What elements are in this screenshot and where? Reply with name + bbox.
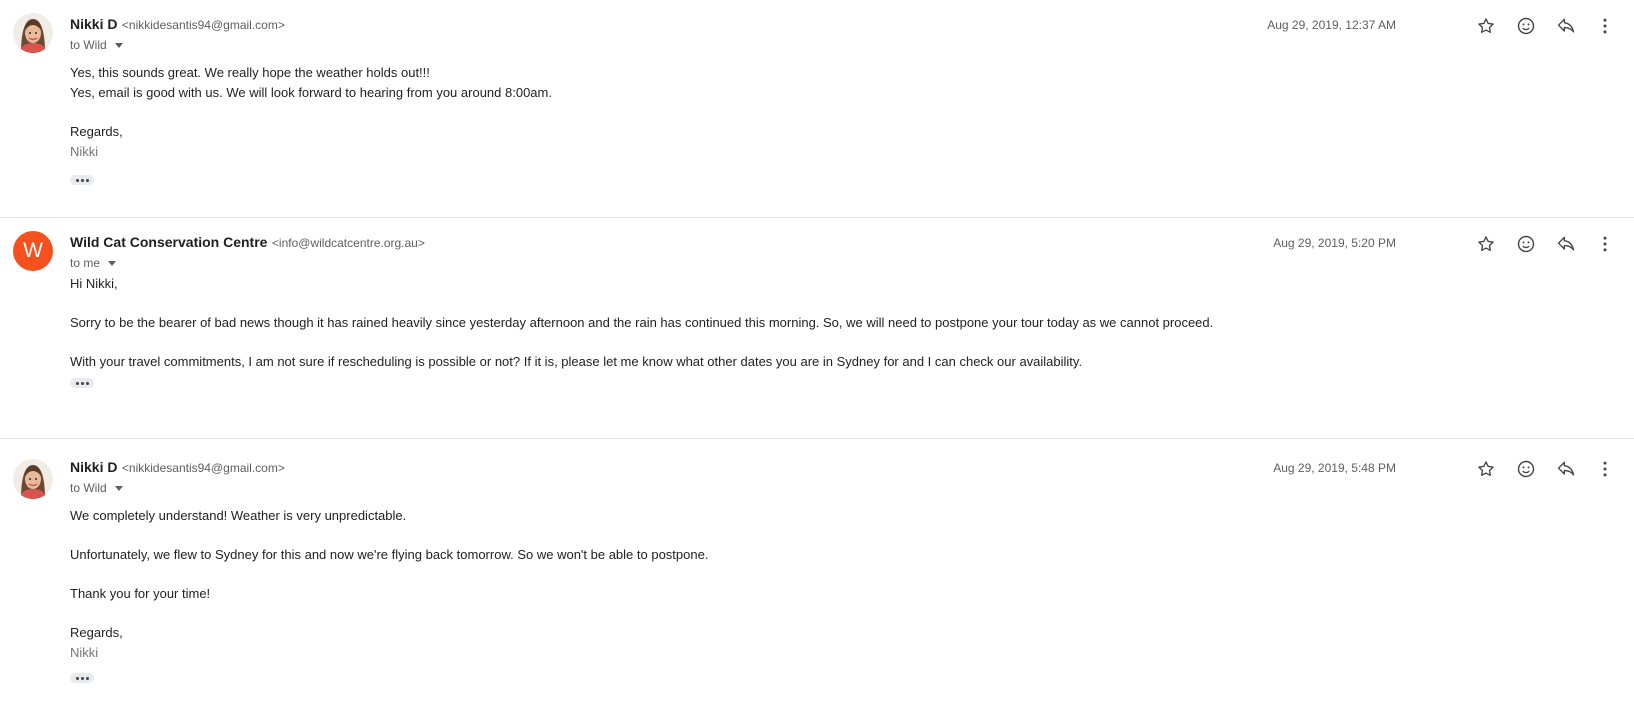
body-line: With your travel commitments, I am not s… [70, 354, 1083, 369]
body-line: We completely understand! Weather is ver… [70, 508, 407, 523]
show-trimmed-content-button[interactable] [70, 175, 94, 185]
caret-down-icon [108, 261, 117, 266]
message-body: Yes, this sounds great. We really hope t… [70, 63, 552, 162]
more-vert-icon [1603, 461, 1607, 477]
star-button[interactable] [1474, 232, 1498, 256]
dot [80, 381, 84, 385]
timestamp: Aug 29, 2019, 5:48 PM [1273, 461, 1396, 475]
reply-icon [1557, 236, 1575, 251]
timestamp: Aug 29, 2019, 5:20 PM [1273, 236, 1396, 250]
more-options-button[interactable] [1593, 457, 1617, 481]
signature-line: Nikki [70, 144, 99, 159]
recipient-details-toggle[interactable]: to Wild [70, 38, 123, 52]
reply-icon [1557, 18, 1575, 33]
emoji-reaction-button[interactable] [1514, 14, 1538, 38]
recipient-label: to Wild [70, 38, 107, 52]
reply-button[interactable] [1554, 232, 1578, 256]
sender-line: Nikki D <nikkidesantis94@gmail.com> [70, 16, 285, 34]
sender-email: <nikkidesantis94@gmail.com> [121, 18, 285, 32]
email-message: Nikki D <nikkidesantis94@gmail.com> to W… [0, 439, 1634, 713]
dot [80, 178, 84, 182]
avatar-photo-icon [13, 13, 53, 53]
reply-button[interactable] [1554, 14, 1578, 38]
avatar[interactable]: W [13, 231, 53, 271]
recipient-label: to Wild [70, 481, 107, 495]
dot [80, 676, 84, 680]
star-icon [1478, 461, 1494, 476]
body-line: Thank you for your time! [70, 586, 211, 601]
dot [85, 676, 89, 680]
message-body: We completely understand! Weather is ver… [70, 506, 708, 663]
sender-email: <info@wildcatcentre.org.au> [271, 236, 425, 250]
dot [75, 381, 79, 385]
body-line: Sorry to be the bearer of bad news thoug… [70, 315, 1214, 330]
sender-line: Wild Cat Conservation Centre <info@wildc… [70, 234, 425, 252]
email-message: Nikki D <nikkidesantis94@gmail.com> to W… [0, 0, 1634, 218]
recipient-label: to me [70, 256, 101, 270]
emoji-reaction-button[interactable] [1514, 232, 1538, 256]
sender-line: Nikki D <nikkidesantis94@gmail.com> [70, 459, 285, 477]
caret-down-icon [114, 486, 123, 491]
sender-email: <nikkidesantis94@gmail.com> [121, 461, 285, 475]
timestamp: Aug 29, 2019, 12:37 AM [1267, 18, 1396, 32]
star-icon [1478, 236, 1494, 251]
dot [75, 676, 79, 680]
recipient-details-toggle[interactable]: to me [70, 256, 117, 270]
sender-name[interactable]: Nikki D [70, 16, 117, 32]
avatar-photo-icon [13, 459, 53, 499]
more-vert-icon [1603, 18, 1607, 34]
reply-button[interactable] [1554, 457, 1578, 481]
email-message: W Wild Cat Conservation Centre <info@wil… [0, 218, 1634, 439]
star-icon [1478, 18, 1494, 33]
recipient-details-toggle[interactable]: to Wild [70, 481, 123, 495]
body-line: Unfortunately, we flew to Sydney for thi… [70, 547, 709, 562]
dot [85, 178, 89, 182]
body-line: Regards, [70, 124, 123, 139]
sender-name[interactable]: Nikki D [70, 459, 117, 475]
emoji-icon [1517, 17, 1535, 35]
body-line: Hi Nikki, [70, 276, 118, 291]
show-trimmed-content-button[interactable] [70, 673, 94, 683]
body-line: Yes, email is good with us. We will look… [70, 85, 552, 100]
dot [85, 381, 89, 385]
signature-line: Nikki [70, 645, 99, 660]
avatar[interactable] [13, 459, 53, 499]
sender-name[interactable]: Wild Cat Conservation Centre [70, 234, 267, 250]
show-trimmed-content-button[interactable] [70, 378, 94, 388]
message-body: Hi Nikki, Sorry to be the bearer of bad … [70, 274, 1213, 372]
dot [75, 178, 79, 182]
emoji-icon [1517, 460, 1535, 478]
reply-icon [1557, 461, 1575, 476]
body-line: Yes, this sounds great. We really hope t… [70, 65, 430, 80]
emoji-icon [1517, 235, 1535, 253]
more-vert-icon [1603, 236, 1607, 252]
avatar[interactable] [13, 13, 53, 53]
body-line: Regards, [70, 625, 123, 640]
email-thread: Nikki D <nikkidesantis94@gmail.com> to W… [0, 0, 1634, 713]
star-button[interactable] [1474, 457, 1498, 481]
emoji-reaction-button[interactable] [1514, 457, 1538, 481]
more-options-button[interactable] [1593, 14, 1617, 38]
more-options-button[interactable] [1593, 232, 1617, 256]
star-button[interactable] [1474, 14, 1498, 38]
caret-down-icon [114, 43, 123, 48]
